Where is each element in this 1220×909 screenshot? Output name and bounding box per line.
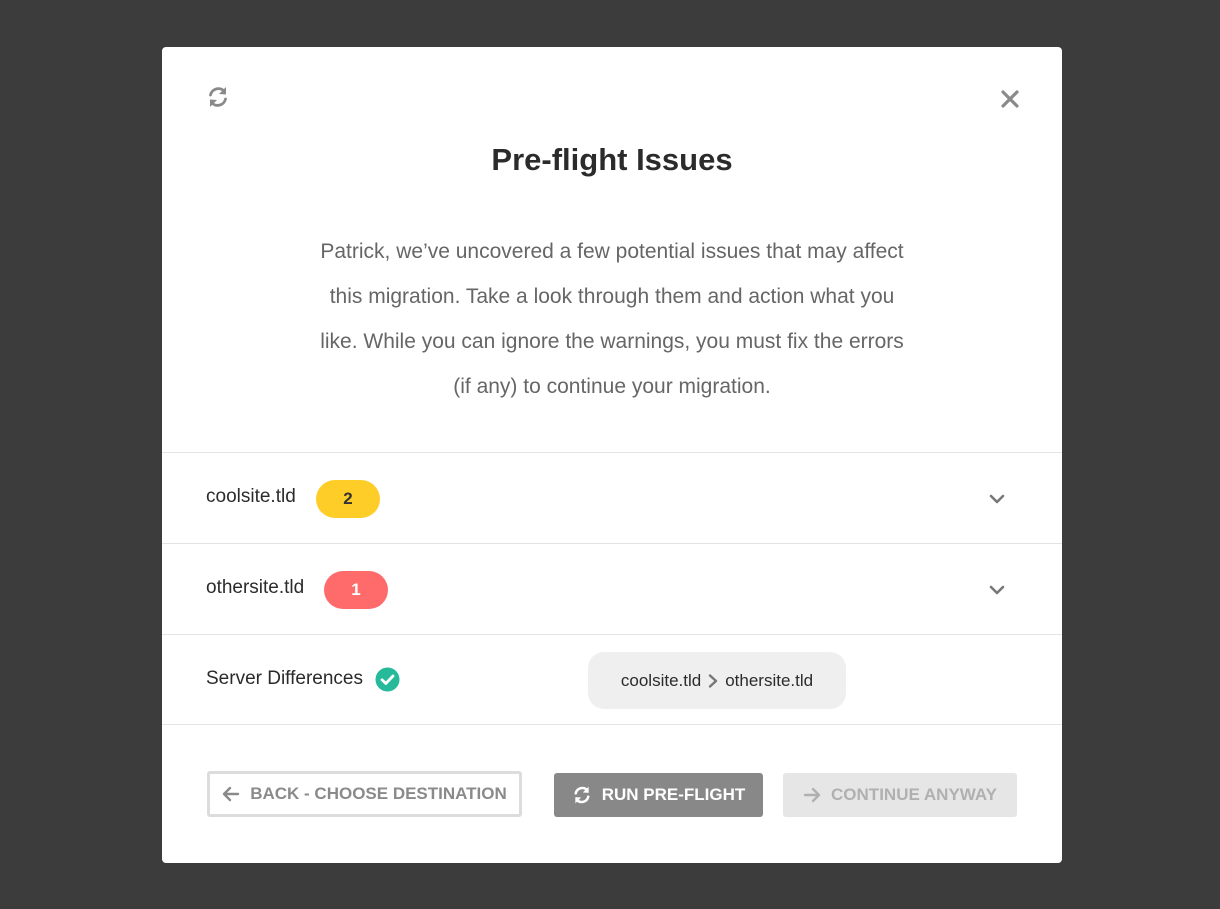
chevron-down-icon[interactable] bbox=[988, 490, 1006, 508]
arrow-right-icon bbox=[803, 787, 821, 803]
server-comparison-pill: coolsite.tld othersite.tld bbox=[588, 652, 846, 709]
arrow-left-icon bbox=[223, 786, 240, 802]
continue-anyway-label: CONTINUE ANYWAY bbox=[831, 785, 997, 804]
preflight-modal: Pre-flight Issues Patrick, we’ve uncover… bbox=[162, 47, 1062, 863]
site-row-othersite[interactable]: othersite.tld 1 bbox=[162, 543, 1062, 634]
server-differences-label: Server Differences bbox=[206, 668, 363, 689]
error-count-badge: 1 bbox=[324, 571, 388, 609]
site-row-coolsite[interactable]: coolsite.tld 2 bbox=[162, 452, 1062, 543]
modal-title: Pre-flight Issues bbox=[491, 142, 733, 177]
refresh-icon[interactable] bbox=[206, 85, 230, 109]
warning-count-badge: 2 bbox=[316, 480, 380, 518]
back-button[interactable]: BACK - CHOOSE DESTINATION bbox=[207, 771, 522, 817]
close-icon[interactable] bbox=[998, 87, 1022, 111]
destination-server: othersite.tld bbox=[725, 670, 814, 690]
site-label: coolsite.tld bbox=[206, 486, 296, 507]
check-circle-icon bbox=[375, 667, 400, 692]
chevron-down-icon[interactable] bbox=[988, 581, 1006, 599]
modal-description: Patrick, we’ve uncovered a few potential… bbox=[320, 240, 904, 398]
run-preflight-label: RUN PRE-FLIGHT bbox=[601, 785, 746, 804]
run-preflight-button[interactable]: RUN PRE-FLIGHT bbox=[554, 773, 763, 817]
server-differences-row: Server Differences coolsite.tld othersit… bbox=[162, 634, 1062, 725]
source-server: coolsite.tld bbox=[620, 670, 702, 690]
back-button-label: BACK - CHOOSE DESTINATION bbox=[250, 784, 507, 803]
chevron-right-icon bbox=[707, 673, 719, 688]
site-label: othersite.tld bbox=[206, 577, 305, 598]
continue-anyway-button[interactable]: CONTINUE ANYWAY bbox=[783, 773, 1017, 817]
refresh-icon bbox=[574, 786, 590, 804]
